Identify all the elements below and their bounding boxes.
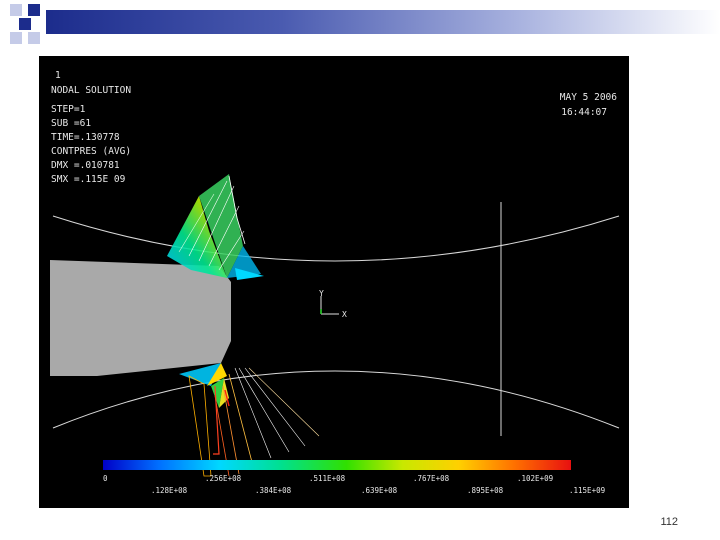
deco-square-light (28, 32, 40, 44)
legend-label: 0 (103, 474, 108, 483)
header-substep: SUB =61 (51, 118, 91, 129)
header-time: TIME=.130778 (51, 132, 120, 143)
axes-triad: Y X (319, 289, 347, 319)
legend-label: .511E+08 (309, 474, 346, 483)
header-result-type: CONTPRES (AVG) (51, 146, 131, 157)
deco-square-blue (28, 4, 40, 16)
lower-contact-pressure-plot (179, 363, 320, 477)
deco-square-blue (19, 18, 31, 30)
triad-x-label: X (342, 310, 347, 319)
upper-roll-outline (52, 215, 620, 262)
fea-viewport[interactable]: 1 NODAL SOLUTION STEP=1 SUB =61 TIME=.13… (39, 56, 629, 508)
legend-label: .128E+08 (151, 486, 188, 495)
legend-top-labels: 0 .256E+08 .511E+08 .767E+08 .102E+09 (103, 474, 553, 483)
upper-contact-pressure-plot (167, 174, 264, 280)
run-date: MAY 5 2006 (560, 92, 617, 103)
header-smx: SMX =.115E 09 (51, 174, 126, 185)
lower-roll-outline (52, 370, 620, 429)
triad-y-label: Y (319, 289, 324, 298)
run-time: 16:44:07 (561, 107, 607, 118)
workpiece (50, 260, 231, 376)
slide-number: 112 (660, 516, 678, 528)
legend-label: .895E+08 (467, 486, 504, 495)
legend-label: .767E+08 (413, 474, 450, 483)
legend-label: .639E+08 (361, 486, 398, 495)
deco-square-light (10, 4, 22, 16)
solution-title: NODAL SOLUTION (51, 85, 131, 96)
legend-label: .384E+08 (255, 486, 292, 495)
legend-label: .115E+09 (569, 486, 605, 495)
title-gradient-bar (46, 10, 720, 34)
header-step: STEP=1 (51, 104, 86, 115)
fea-plot: 1 NODAL SOLUTION STEP=1 SUB =61 TIME=.13… (50, 70, 620, 495)
deco-square-light (10, 32, 22, 44)
contour-legend-bar (103, 460, 571, 470)
header-dmx: DMX =.010781 (51, 160, 120, 171)
legend-label: .256E+08 (205, 474, 242, 483)
legend-bottom-labels: .128E+08 .384E+08 .639E+08 .895E+08 .115… (151, 486, 605, 495)
legend-label: .102E+09 (517, 474, 553, 483)
window-number: 1 (55, 70, 61, 81)
